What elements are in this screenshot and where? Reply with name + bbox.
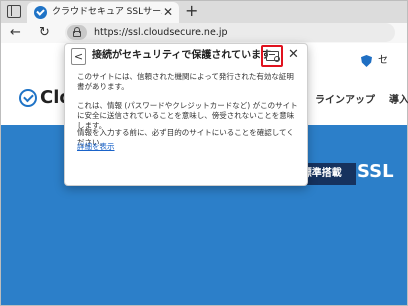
tab-active[interactable]: クラウドセキュア SSLサーバー証明書 ✕ [27,2,179,23]
certificate-button[interactable] [261,45,283,67]
tab-strip: クラウドセキュア SSLサーバー証明書 ✕ + [1,1,407,23]
show-details-link[interactable]: 詳細を表示 [77,142,115,152]
new-tab-icon[interactable]: + [185,1,198,21]
tab-title: クラウドセキュア SSLサーバー証明書 [52,7,162,17]
tab-close-icon[interactable]: ✕ [163,5,173,19]
popup-close-button[interactable]: ✕ [288,47,299,63]
address-bar[interactable]: https://ssl.cloudsecure.ne.jp [65,23,395,42]
header-shield-text[interactable]: セ [378,54,388,68]
site-nav: ラインアップ 導入 [315,94,408,108]
shield-icon [361,55,372,67]
nav-item-intro[interactable]: 導入 [389,95,408,106]
back-button[interactable]: ← [10,24,21,41]
popup-title: 接続がセキュリティで保護されています [92,50,272,61]
refresh-button[interactable]: ↻ [39,24,50,41]
tab-actions-icon[interactable] [7,5,21,18]
popup-paragraph: このサイトには、信頼された機関によって発行された有効な証明書があります。 [77,72,294,91]
toolbar: ← ↻ https://ssl.cloudsecure.ne.jp [1,23,407,43]
popup-paragraph: これは、情報 (パスワードやクレジットカードなど) がこのサイトに安全に送信され… [77,101,298,130]
nav-item-lineup[interactable]: ラインアップ [315,95,375,106]
popup-back-button[interactable]: < [71,48,86,65]
site-info-button[interactable] [67,25,87,40]
url-text[interactable]: https://ssl.cloudsecure.ne.jp [94,26,228,39]
connection-security-popup: < 接続がセキュリティで保護されています ✕ このサイトには、信頼された機関によ… [64,43,308,186]
cloudsecure-favicon-icon [34,6,47,19]
certificate-icon [266,51,280,62]
lock-body [73,31,81,37]
browser-window: クラウドセキュア SSLサーバー証明書 ✕ + ← ↻ https://ssl.… [0,0,408,306]
logo-check-icon [19,89,37,107]
hero-ssl-text: SSL [357,161,394,182]
